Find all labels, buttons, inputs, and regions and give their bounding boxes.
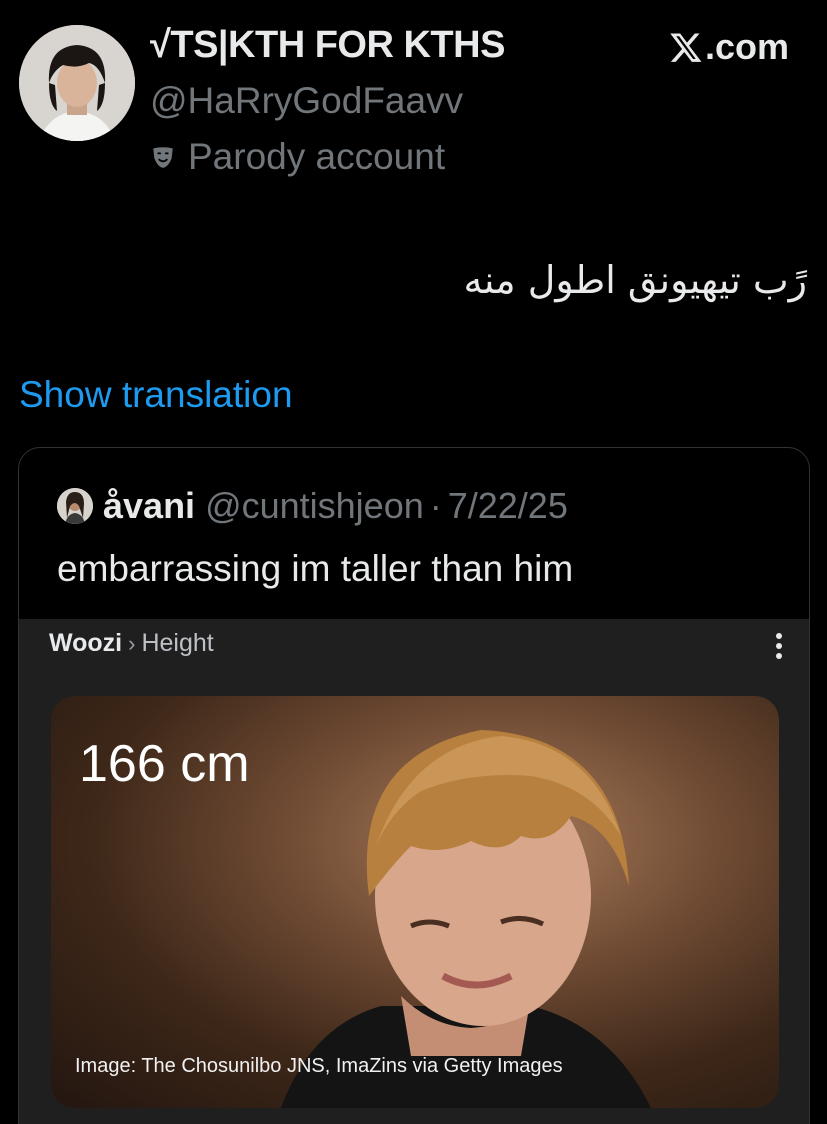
x-com-logo: .com xyxy=(669,26,789,68)
x-logo-icon xyxy=(670,33,702,62)
image-credit-caption: Image: The Chosunilbo JNS, ImaZins via G… xyxy=(75,1055,563,1077)
show-translation-link[interactable]: Show translation xyxy=(19,374,293,416)
quoted-tweet-date[interactable]: 7/22/25 xyxy=(448,485,568,527)
author-handle[interactable]: @HaRryGodFaavv xyxy=(150,80,463,122)
parody-label: Parody account xyxy=(150,136,445,178)
header-separator: · xyxy=(429,485,442,526)
author-avatar[interactable] xyxy=(19,25,135,141)
author-display-name[interactable]: √TS|KTH FOR KTHS xyxy=(150,24,505,67)
parody-label-text: Parody account xyxy=(188,136,446,177)
search-result-panel: Woozi › Height 166 cm Image: The Chosuni… xyxy=(19,619,809,1124)
tweet-text: رًب تيهيونق اطول منه xyxy=(463,258,807,302)
quoted-tweet-text: embarrassing im taller than him xyxy=(57,548,574,589)
height-result-image[interactable]: 166 cm Image: The Chosunilbo JNS, ImaZin… xyxy=(51,696,779,1108)
parody-mask-icon xyxy=(153,147,173,168)
breadcrumb-chevron-icon: › xyxy=(128,630,136,656)
breadcrumb-secondary[interactable]: Height xyxy=(141,629,213,658)
breadcrumb: Woozi › Height xyxy=(49,629,214,658)
quoted-tweet-card[interactable]: åvani @cuntishjeon · 7/22/25 embarrassin… xyxy=(18,447,810,1124)
quoted-author-avatar[interactable] xyxy=(57,488,93,524)
quoted-tweet-header: åvani @cuntishjeon · 7/22/25 xyxy=(57,485,568,527)
quoted-author-name[interactable]: åvani xyxy=(103,485,195,527)
more-options-icon[interactable] xyxy=(769,631,789,661)
quoted-author-handle[interactable]: @cuntishjeon xyxy=(205,485,424,527)
x-logo-text: .com xyxy=(704,26,789,67)
breadcrumb-primary[interactable]: Woozi xyxy=(49,629,122,658)
height-value: 166 cm xyxy=(79,735,250,793)
